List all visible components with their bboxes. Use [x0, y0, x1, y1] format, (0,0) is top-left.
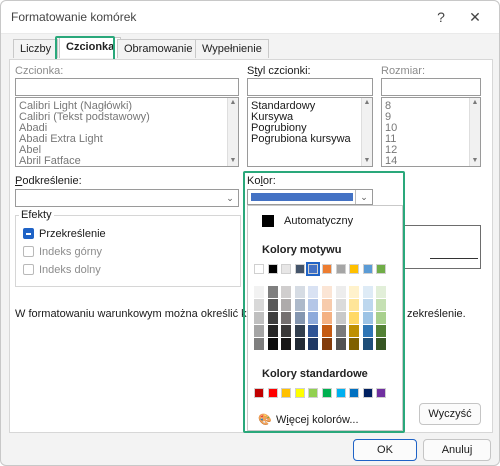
superscript-label: Indeks górny [39, 246, 102, 258]
font-label: Czcionka: [15, 65, 64, 77]
font-style-list[interactable]: Standardowy Kursywa Pogrubiony Pogrubion… [247, 97, 373, 167]
font-input[interactable] [15, 78, 239, 96]
cancel-button[interactable]: Anuluj [423, 439, 491, 461]
underline-select[interactable]: ⌄ [15, 189, 239, 207]
preview-box [393, 225, 481, 269]
format-cells-dialog: Formatowanie komórek ? ✕ Liczby Czcionka… [0, 0, 500, 466]
info-text-tail: zekreślenie. [407, 308, 466, 320]
strikethrough-label: Przekreślenie [39, 228, 106, 240]
subscript-label: Indeks dolny [39, 264, 101, 276]
dialog-title: Formatowanie komórek [11, 10, 137, 24]
font-list-scrollbar[interactable]: ▲ ▼ [227, 98, 238, 166]
tab-obramowanie[interactable]: Obramowanie [117, 39, 200, 58]
help-button[interactable]: ? [431, 7, 451, 27]
scroll-down-icon[interactable]: ▼ [471, 157, 479, 165]
strikethrough-checkbox[interactable] [23, 228, 34, 239]
size-label: Rozmiar: [381, 65, 426, 77]
subscript-checkbox[interactable] [23, 264, 34, 275]
superscript-checkbox[interactable] [23, 246, 34, 257]
preview-line [430, 258, 478, 259]
scroll-down-icon[interactable]: ▼ [363, 157, 371, 165]
size-list[interactable]: 8 9 10 11 12 14 ▲ ▼ [381, 97, 481, 167]
chevron-down-icon: ⌄ [226, 193, 234, 203]
effects-title: Efekty [19, 209, 54, 221]
scroll-up-icon[interactable]: ▲ [229, 99, 237, 107]
tab-wypelnienie[interactable]: Wypełnienie [195, 39, 269, 58]
font-style-input[interactable] [247, 78, 373, 96]
close-button[interactable]: ✕ [465, 7, 485, 27]
info-text: W formatowaniu warunkowym można określić… [15, 308, 251, 320]
tab-liczby[interactable]: Liczby [13, 39, 59, 58]
font-style-item[interactable]: Pogrubiona kursywa [251, 134, 351, 145]
size-input[interactable] [381, 78, 481, 96]
color-highlight-frame [243, 171, 405, 433]
clear-button[interactable]: Wyczyść [419, 403, 481, 425]
scroll-up-icon[interactable]: ▲ [363, 99, 371, 107]
title-bar: Formatowanie komórek ? ✕ [1, 1, 499, 34]
scroll-up-icon[interactable]: ▲ [471, 99, 479, 107]
ok-button[interactable]: OK [353, 439, 417, 461]
size-list-scrollbar[interactable]: ▲ ▼ [469, 98, 480, 166]
scroll-down-icon[interactable]: ▼ [229, 157, 237, 165]
underline-label: Podkreślenie: [15, 175, 82, 187]
font-style-label: Styl czcionki: [247, 65, 311, 77]
font-style-scrollbar[interactable]: ▲ ▼ [361, 98, 372, 166]
font-list[interactable]: Calibri Light (Nagłówki) Calibri (Tekst … [15, 97, 239, 167]
size-list-item[interactable]: 14 [385, 156, 397, 167]
font-list-item[interactable]: Abril Fatface [19, 156, 81, 167]
